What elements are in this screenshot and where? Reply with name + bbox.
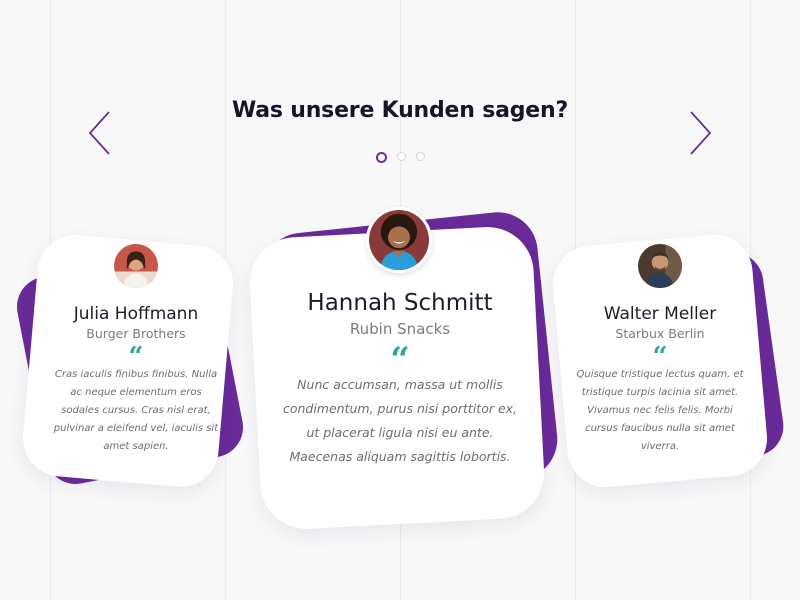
grid-line [50,0,51,600]
testimonial-name: Hannah Schmitt [307,290,493,316]
testimonial-text: Nunc accumsan, massa ut mollis condiment… [282,377,518,464]
next-arrow-button[interactable] [687,110,713,156]
carousel-pagination [0,152,800,163]
avatar-julia [112,242,160,290]
section-title: Was unsere Kunden sagen? [231,98,569,123]
testimonial-text: Quisque tristique lectus quam, et tristi… [576,369,744,452]
testimonial-name: Walter Meller [603,304,717,324]
testimonial-text: Cras iaculis finibus finibus. Nulla ac n… [53,369,219,452]
pagination-dot-2[interactable] [396,152,406,161]
pagination-dot-3[interactable] [415,152,425,161]
prev-arrow-button[interactable] [87,110,113,156]
grid-line [575,0,576,600]
grid-line [225,0,226,600]
avatar-walter [636,242,684,290]
avatar-hannah [366,207,432,273]
pagination-dot-1[interactable] [375,152,387,163]
testimonial-company: Rubin Snacks [349,320,451,338]
testimonial-company: Burger Brothers [86,326,186,341]
chevron-left-icon [88,111,110,155]
testimonial-name: Julia Hoffmann [73,304,199,324]
testimonial-company: Starbux Berlin [615,326,705,341]
chevron-right-icon [690,111,712,155]
grid-line [750,0,751,600]
